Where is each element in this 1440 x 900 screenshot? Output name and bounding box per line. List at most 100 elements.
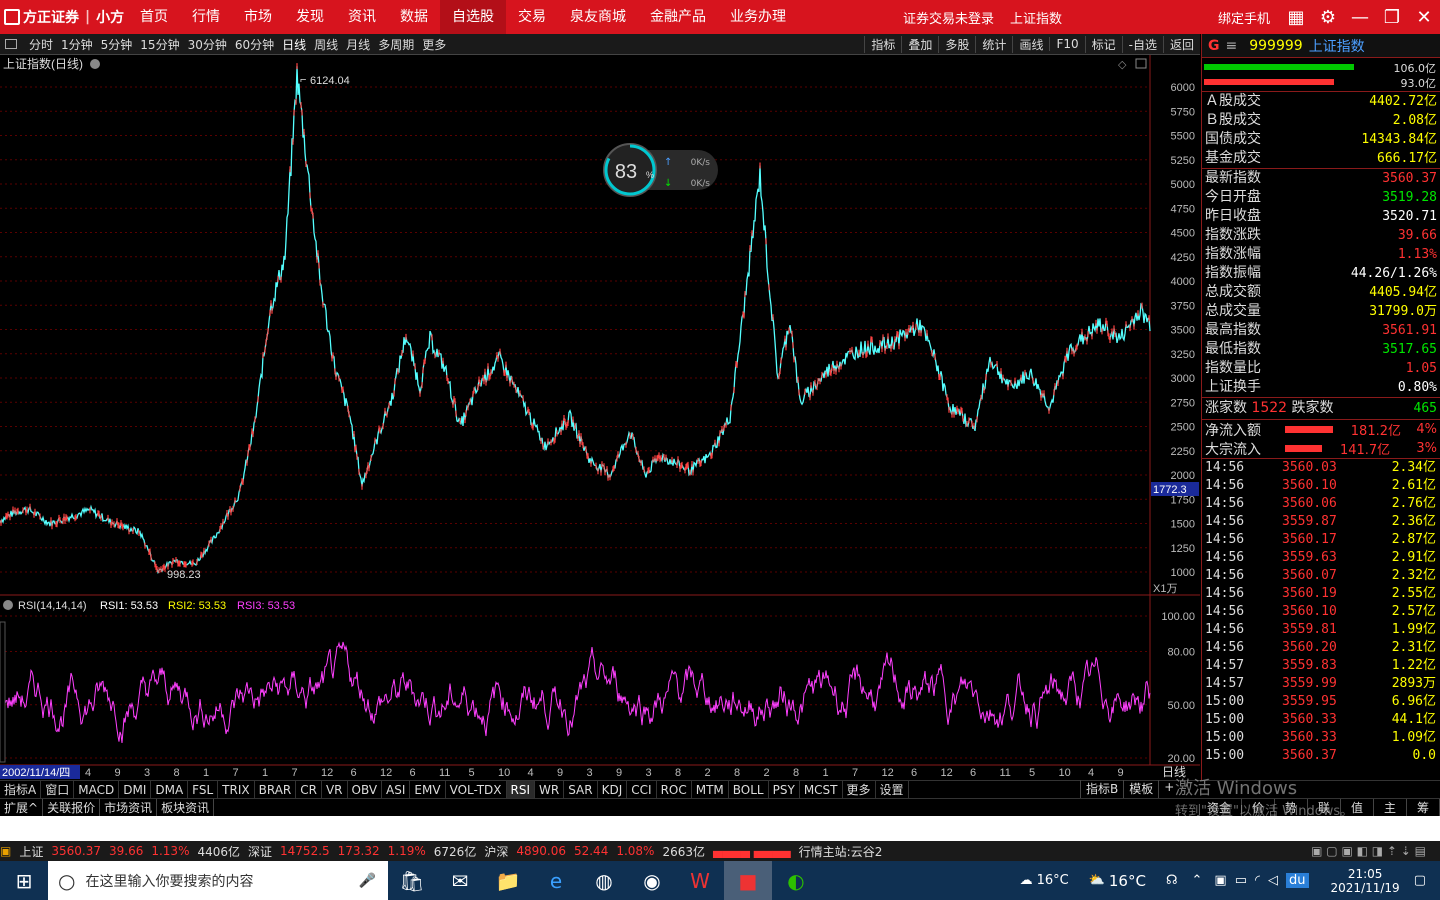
gear-icon[interactable]: ⚙: [1312, 7, 1344, 28]
indicator-tab[interactable]: BOLL: [729, 781, 769, 799]
indicator-tab[interactable]: ASI: [382, 781, 411, 799]
menu-item[interactable]: 市场: [232, 0, 284, 34]
ime-icon[interactable]: du: [1286, 873, 1309, 888]
notification-icon[interactable]: ▢: [1414, 873, 1426, 888]
period-tab[interactable]: 5分钟: [97, 36, 137, 53]
period-tab[interactable]: 月线: [342, 36, 374, 53]
indicator-tab[interactable]: 窗口: [41, 781, 75, 799]
weather-icon[interactable]: ⛅: [1089, 873, 1105, 888]
period-tab[interactable]: 15分钟: [136, 36, 183, 53]
indicator-tab[interactable]: CR: [296, 781, 322, 799]
windows-start-icon[interactable]: ⊞: [0, 861, 48, 900]
indicator-tab[interactable]: ROC: [657, 781, 692, 799]
indicator-tab[interactable]: SAR: [564, 781, 598, 799]
tick-list[interactable]: 14:56 3560.03 2.34亿 14:56 3560.10 2.61亿 14:56 3…: [1202, 459, 1440, 765]
menu-icon[interactable]: ≡: [1226, 38, 1238, 54]
kline-chart[interactable]: 6000 5750 5500 5250 5000 4750 4500 4250 4000 3750…: [0, 55, 1200, 780]
mic-icon[interactable]: 🎤: [359, 873, 376, 889]
store-icon[interactable]: 🛍: [388, 861, 436, 900]
mail-icon[interactable]: ✉: [436, 861, 484, 900]
temperature-2[interactable]: 16°C: [1109, 872, 1146, 890]
toolbar-button[interactable]: 叠加: [901, 35, 938, 53]
founder-app-icon[interactable]: ■: [724, 861, 772, 900]
menu-item[interactable]: 资讯: [336, 0, 388, 34]
indicator-tab[interactable]: 更多: [843, 781, 876, 799]
indicator-tab[interactable]: PSY: [769, 781, 800, 799]
indicator-tab[interactable]: MACD: [74, 781, 120, 799]
toolbar-button[interactable]: F10: [1049, 37, 1084, 51]
sidebar-toggle-icon[interactable]: [5, 39, 17, 49]
toolbar-button[interactable]: 指标: [864, 35, 901, 53]
wifi-icon[interactable]: ◜: [1255, 873, 1260, 888]
period-tab[interactable]: 30分钟: [184, 36, 231, 53]
grid-icon[interactable]: ▦: [1280, 7, 1312, 28]
login-status[interactable]: 证券交易未登录: [903, 8, 994, 27]
indicator-tab[interactable]: VOL-TDX: [446, 781, 507, 799]
indicator-tab[interactable]: CCI: [627, 781, 657, 799]
edge-icon[interactable]: e: [532, 861, 580, 900]
period-tab[interactable]: 多周期: [374, 36, 418, 53]
menu-item[interactable]: 金融产品: [638, 0, 718, 34]
toolbar-button[interactable]: 画线: [1012, 35, 1049, 53]
panel-tab[interactable]: 筹: [1407, 799, 1440, 817]
extension-tab[interactable]: 扩展^: [0, 799, 44, 817]
extension-tab[interactable]: 市场资讯: [100, 799, 158, 817]
indicator-tab[interactable]: MCST: [800, 781, 843, 799]
menu-item[interactable]: 泉友商城: [558, 0, 638, 34]
right-tab[interactable]: 模板: [1123, 780, 1158, 798]
menu-item[interactable]: 交易: [506, 0, 558, 34]
extension-tab[interactable]: 关联报价: [43, 799, 101, 817]
menu-item[interactable]: 业务办理: [718, 0, 798, 34]
indicator-tab[interactable]: WR: [535, 781, 565, 799]
taskbar-search-input[interactable]: ○ 在这里输入你要搜索的内容 🎤: [48, 861, 388, 900]
menu-item[interactable]: 行情: [180, 0, 232, 34]
period-tab[interactable]: 更多: [418, 36, 450, 53]
period-tab[interactable]: 分时: [25, 36, 57, 53]
period-tab[interactable]: 周线: [310, 36, 342, 53]
close-icon[interactable]: ✕: [1408, 7, 1440, 28]
indicator-tab[interactable]: TRIX: [218, 781, 255, 799]
minimize-icon[interactable]: —: [1344, 7, 1376, 28]
indicator-tab[interactable]: DMI: [119, 781, 152, 799]
right-tab[interactable]: 指标B: [1080, 780, 1123, 798]
toolbar-button[interactable]: 统计: [975, 35, 1012, 53]
toolbar-button[interactable]: 标记: [1084, 35, 1122, 53]
indicator-tab[interactable]: EMV: [410, 781, 446, 799]
panel-tab[interactable]: 主: [1374, 799, 1407, 817]
volume-icon[interactable]: ◁: [1268, 873, 1278, 888]
indicator-tab[interactable]: VR: [322, 781, 348, 799]
menu-item[interactable]: 发现: [284, 0, 336, 34]
period-tab[interactable]: 1分钟: [57, 36, 97, 53]
menu-item[interactable]: 数据: [388, 0, 440, 34]
indicator-tab[interactable]: 设置: [876, 781, 909, 799]
indicator-tab[interactable]: DMA: [151, 781, 189, 799]
browser-icon[interactable]: ◍: [580, 861, 628, 900]
folder-icon[interactable]: 📁: [484, 861, 532, 900]
indicator-tab[interactable]: 指标A: [0, 781, 42, 799]
toolbar-button[interactable]: -自选: [1121, 35, 1163, 53]
period-tab[interactable]: 60分钟: [231, 36, 278, 53]
menu-item[interactable]: 首页: [128, 0, 180, 34]
indicator-tab[interactable]: FSL: [188, 781, 219, 799]
period-tab[interactable]: 日线: [278, 36, 310, 53]
chevron-up-icon[interactable]: ⌃: [1191, 873, 1202, 888]
indicator-tab[interactable]: BRAR: [255, 781, 297, 799]
toolbar-button[interactable]: 多股: [938, 35, 975, 53]
restore-icon[interactable]: ❐: [1376, 7, 1408, 28]
status-tray-icons[interactable]: ▣ ▢ ▣ ◧ ◨ ⇡ ⇣ ▤: [1311, 844, 1426, 858]
toolbar-button[interactable]: 返回: [1162, 35, 1200, 53]
battery-icon[interactable]: ▭: [1235, 873, 1247, 888]
indicator-tab[interactable]: KDJ: [598, 781, 628, 799]
chrome-icon[interactable]: ◉: [628, 861, 676, 900]
extension-tab[interactable]: 板块资讯: [157, 799, 215, 817]
indicator-tab[interactable]: RSI: [506, 781, 536, 799]
tray-icon[interactable]: ▣: [1214, 873, 1226, 888]
bind-phone-link[interactable]: 绑定手机: [1218, 8, 1270, 27]
clock[interactable]: 21:05 2021/11/19: [1331, 867, 1400, 895]
people-icon[interactable]: ☊: [1166, 873, 1178, 888]
menu-item[interactable]: 自选股: [440, 0, 506, 34]
indicator-tab[interactable]: MTM: [692, 781, 729, 799]
indicator-tab[interactable]: OBV: [348, 781, 383, 799]
wechat-icon[interactable]: ◐: [772, 861, 820, 900]
wps-icon[interactable]: W: [676, 861, 724, 900]
